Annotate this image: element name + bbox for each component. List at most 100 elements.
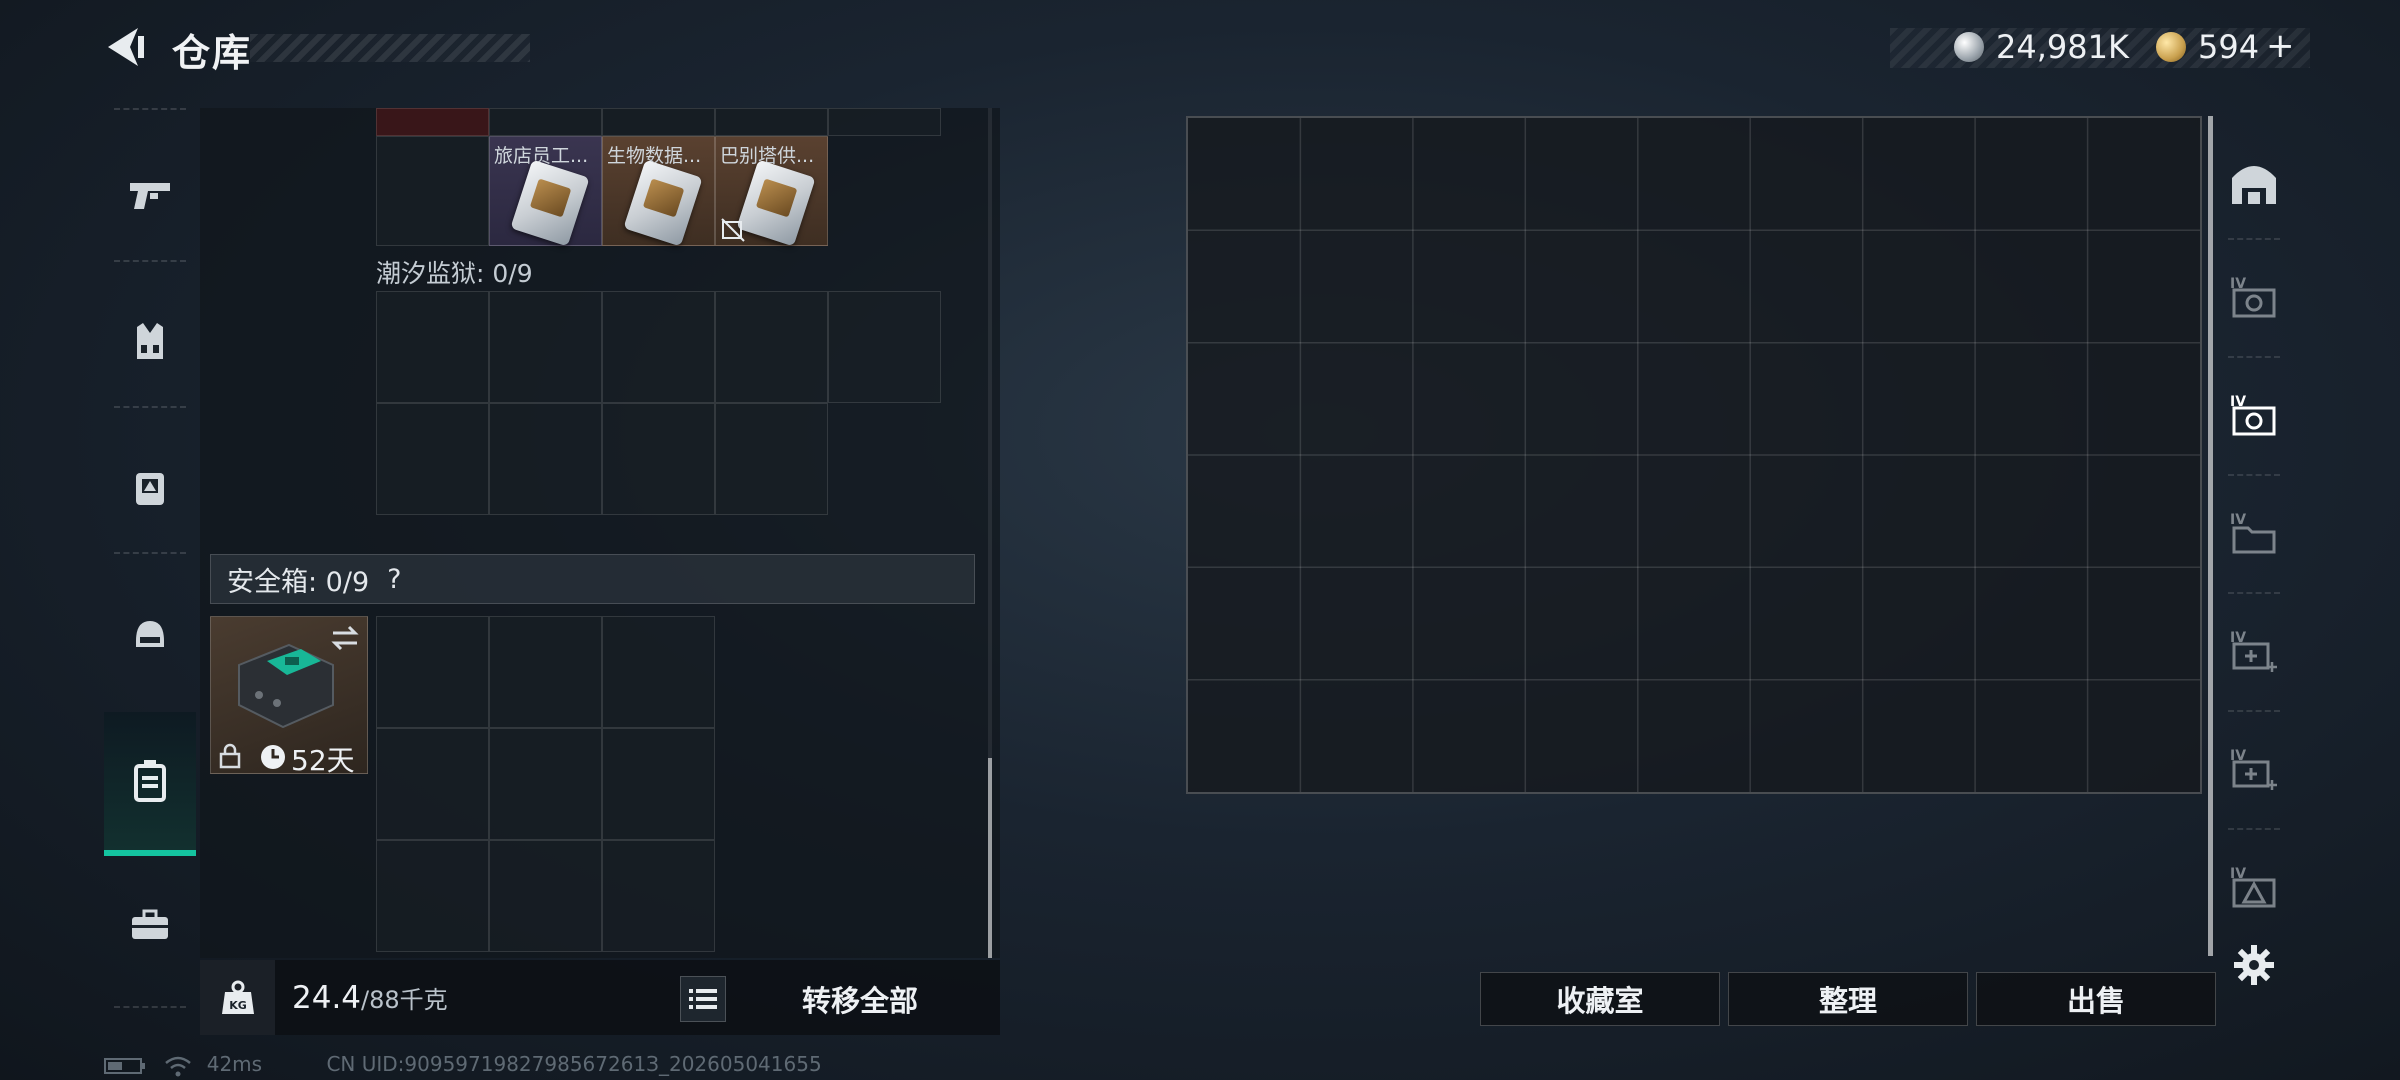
- inventory-panel[interactable]: 旅店员工... 生物数据... 巴别塔供... 潮汐监狱: 0/9 安全箱: 0…: [200, 108, 1000, 958]
- grid-cell[interactable]: [602, 728, 715, 840]
- nav-weapons[interactable]: [104, 130, 196, 260]
- warehouse-page-icon: IV: [2230, 394, 2276, 436]
- grid-cell[interactable]: [376, 840, 489, 952]
- wifi-icon: [165, 1056, 192, 1076]
- title-decoration: [250, 34, 530, 62]
- silver-currency-value: 24,981K: [1996, 28, 2129, 66]
- grid-cell[interactable]: [602, 108, 715, 136]
- toolbox-icon: [132, 909, 168, 939]
- clock-icon: [261, 745, 285, 769]
- grid-cell[interactable]: [376, 108, 489, 136]
- warehouse-plus-icon: IV: [2230, 630, 2277, 672]
- safe-box-item[interactable]: 52天: [210, 616, 368, 777]
- grid-cell[interactable]: [376, 616, 489, 728]
- keycard-icon: [623, 159, 703, 247]
- inventory-scrollbar-thumb[interactable]: [988, 758, 992, 958]
- warehouse-folder-icon: IV: [2230, 512, 2276, 554]
- back-button[interactable]: [100, 22, 150, 72]
- grid-cell[interactable]: [828, 291, 941, 403]
- lock-icon: [219, 743, 241, 769]
- no-insurance-icon: [721, 218, 745, 242]
- transfer-all-button[interactable]: 转移全部: [740, 978, 980, 1020]
- list-icon: [689, 989, 717, 1009]
- helmet-icon: [136, 621, 164, 647]
- item-slot[interactable]: 生物数据...: [602, 136, 715, 247]
- pistol-icon: [130, 183, 170, 209]
- grid-cell[interactable]: [489, 728, 602, 840]
- safe-box-icon: [134, 760, 166, 802]
- nav-helmet[interactable]: [104, 570, 196, 700]
- grid-cell[interactable]: [376, 728, 489, 840]
- ping-value: 42ms: [206, 1052, 263, 1076]
- storage-page-tab[interactable]: IV: [2218, 714, 2290, 824]
- swap-icon[interactable]: [329, 625, 361, 651]
- grid-cell[interactable]: [376, 136, 489, 246]
- keycard-icon: [510, 159, 590, 247]
- gear-icon: [2234, 945, 2274, 985]
- inventory-footer: KG 24.4/88千克 转移全部: [200, 960, 1000, 1035]
- page-title: 仓库: [172, 31, 253, 75]
- warehouse-triangle-icon: IV: [2230, 866, 2276, 908]
- gold-currency-value: 594: [2198, 28, 2260, 66]
- grid-cell[interactable]: [602, 291, 715, 403]
- silver-coin-icon: [1954, 32, 1984, 62]
- grid-cell[interactable]: [715, 403, 828, 515]
- nav-armor[interactable]: [104, 278, 196, 408]
- add-currency-button[interactable]: +: [2266, 26, 2295, 66]
- warehouse-plus-icon: IV: [2230, 748, 2277, 790]
- weight-current: 24.4: [292, 980, 362, 1016]
- uid-text: CN UID:9095971982798567261З_202605041655: [326, 1052, 822, 1076]
- grid-cell[interactable]: [376, 403, 489, 515]
- storage-grid-lines: [1188, 118, 2200, 792]
- grid-cell[interactable]: [602, 616, 715, 728]
- svg-text:IV: IV: [2230, 512, 2246, 528]
- storage-page-tab[interactable]: IV: [2218, 242, 2290, 352]
- collection-room-button[interactable]: 收藏室: [1480, 972, 1720, 1026]
- grid-cell[interactable]: [489, 403, 602, 515]
- grid-cell[interactable]: [715, 291, 828, 403]
- battery-icon: [104, 1057, 145, 1074]
- safe-box-label: 安全箱: 0/9: [227, 566, 370, 598]
- storage-page-tab[interactable]: IV: [2218, 832, 2290, 942]
- list-view-button[interactable]: [680, 976, 726, 1022]
- help-button[interactable]: ?: [387, 564, 401, 595]
- item-slot[interactable]: 巴别塔供...: [715, 136, 828, 247]
- weight-max: /88千克: [361, 986, 448, 1014]
- grid-cell[interactable]: [602, 840, 715, 952]
- grid-cell[interactable]: [489, 291, 602, 403]
- warehouse-page-icon: IV: [2230, 276, 2276, 318]
- sell-button[interactable]: 出售: [1976, 972, 2216, 1026]
- grid-cell[interactable]: [376, 291, 489, 403]
- safe-case-icon: [238, 643, 334, 729]
- carry-weight: 24.4/88千克: [292, 980, 448, 1016]
- storage-arch-icon: [2232, 166, 2276, 204]
- grid-cell[interactable]: [602, 403, 715, 515]
- back-arrow-icon: [108, 28, 144, 66]
- item-slot[interactable]: 旅店员工...: [489, 136, 602, 247]
- gold-triangle-coin-icon: [2156, 32, 2186, 62]
- nav-safe-box[interactable]: [104, 712, 196, 856]
- nav-toolbox[interactable]: [104, 860, 196, 990]
- grid-cell[interactable]: [715, 108, 828, 136]
- storage-scrollbar[interactable]: [2208, 116, 2213, 956]
- storage-page-nav: IV IV IV IV IV IV: [2218, 116, 2290, 1016]
- vest-icon: [137, 323, 163, 359]
- storage-main-tab[interactable]: [2218, 128, 2290, 238]
- grid-cell[interactable]: [489, 108, 602, 136]
- storage-grid[interactable]: [1186, 116, 2202, 794]
- grid-cell[interactable]: [828, 108, 941, 136]
- grid-cell[interactable]: [489, 840, 602, 952]
- grid-cell[interactable]: [489, 616, 602, 728]
- storage-page-tab-active[interactable]: IV: [2218, 360, 2290, 470]
- settings-button[interactable]: [2218, 930, 2290, 1000]
- storage-page-tab[interactable]: IV: [2218, 596, 2290, 706]
- status-bar: 42ms CN UID:9095971982798567261З_2026050…: [104, 1052, 822, 1077]
- section-label-tidal-prison: 潮汐监狱: 0/9: [376, 259, 533, 288]
- safe-box-header: 安全箱: 0/9 ?: [210, 554, 975, 604]
- keycard-icon: [736, 159, 816, 247]
- organize-button[interactable]: 整理: [1728, 972, 1968, 1026]
- nav-rig[interactable]: [104, 424, 196, 554]
- storage-page-tab[interactable]: IV: [2218, 478, 2290, 588]
- safe-box-timer: 52天: [291, 744, 355, 777]
- left-category-nav: [104, 108, 196, 1008]
